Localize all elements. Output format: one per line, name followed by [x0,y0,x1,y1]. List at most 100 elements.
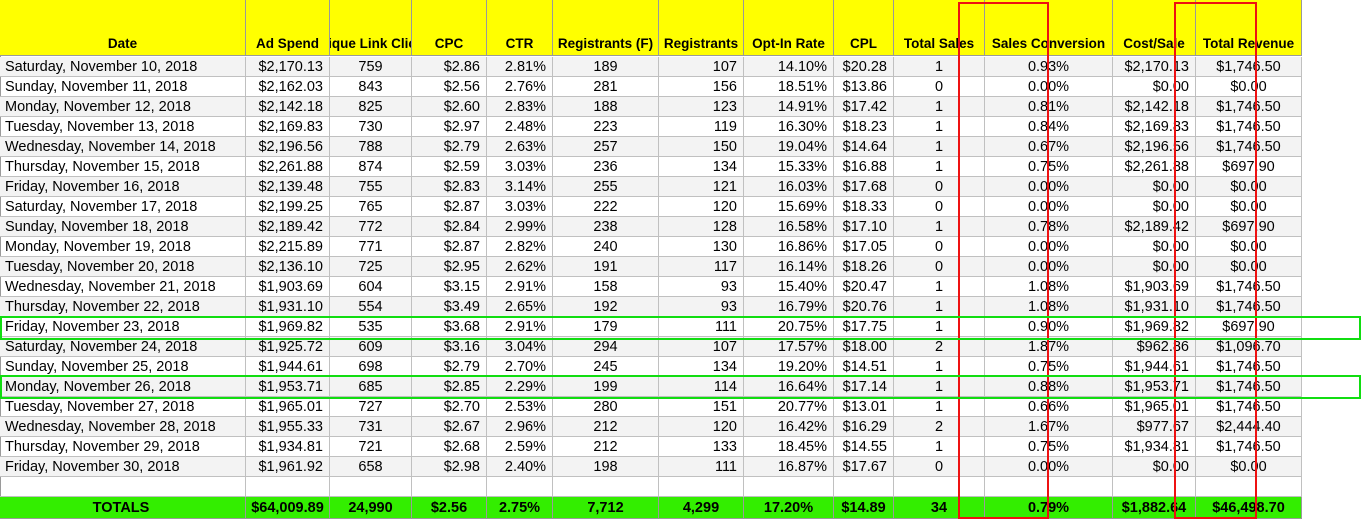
cell-total-sales[interactable]: 1 [894,157,985,177]
cell-sales-conversion[interactable]: 0.75% [985,157,1113,177]
empty-cell[interactable] [553,477,659,497]
cell-total-revenue[interactable]: $0.00 [1196,177,1302,197]
cell-cpc[interactable]: $2.95 [412,257,487,277]
cell-ctr[interactable]: 2.59% [487,437,553,457]
cell-total-sales[interactable]: 2 [894,337,985,357]
cell-ad-spend[interactable]: $1,925.72 [246,337,330,357]
cell-unique-link-clicks[interactable]: 698 [330,357,412,377]
cell-sales-conversion[interactable]: 1.08% [985,277,1113,297]
column-header-unique-link-clicks[interactable]: Unique Link Clicks [330,0,412,56]
cell-ad-spend[interactable]: $2,139.48 [246,177,330,197]
totals-cell-unique-link-clicks[interactable]: 24,990 [330,497,412,519]
cell-registrants[interactable]: 111 [659,457,744,477]
cell-cpl[interactable]: $18.23 [834,117,894,137]
cell-sales-conversion[interactable]: 0.88% [985,377,1113,397]
cell-cost-sale[interactable]: $0.00 [1113,177,1196,197]
cell-total-sales[interactable]: 1 [894,57,985,77]
cell-total-sales[interactable]: 1 [894,317,985,337]
cell-ctr[interactable]: 2.76% [487,77,553,97]
cell-ad-spend[interactable]: $2,170.13 [246,57,330,77]
column-header-ad-spend[interactable]: Ad Spend [246,0,330,56]
cell-date[interactable]: Sunday, November 18, 2018 [0,217,246,237]
cell-cpl[interactable]: $14.64 [834,137,894,157]
cell-ad-spend[interactable]: $1,961.92 [246,457,330,477]
cell-date[interactable]: Friday, November 30, 2018 [0,457,246,477]
cell-registrants-f[interactable]: 189 [553,57,659,77]
cell-unique-link-clicks[interactable]: 843 [330,77,412,97]
cell-sales-conversion[interactable]: 0.00% [985,257,1113,277]
totals-cell-total-sales[interactable]: 34 [894,497,985,519]
cell-registrants-f[interactable]: 240 [553,237,659,257]
cell-ad-spend[interactable]: $1,969.82 [246,317,330,337]
cell-total-revenue[interactable]: $1,746.50 [1196,277,1302,297]
cell-date[interactable]: Saturday, November 24, 2018 [0,337,246,357]
cell-total-revenue[interactable]: $1,746.50 [1196,137,1302,157]
cell-cost-sale[interactable]: $0.00 [1113,257,1196,277]
cell-unique-link-clicks[interactable]: 825 [330,97,412,117]
cell-cpc[interactable]: $2.67 [412,417,487,437]
cell-registrants-f[interactable]: 199 [553,377,659,397]
cell-total-revenue[interactable]: $0.00 [1196,77,1302,97]
cell-cpc[interactable]: $2.97 [412,117,487,137]
empty-cell[interactable] [246,477,330,497]
cell-cpc[interactable]: $3.49 [412,297,487,317]
cell-cost-sale[interactable]: $1,969.82 [1113,317,1196,337]
cell-cpl[interactable]: $16.29 [834,417,894,437]
cell-unique-link-clicks[interactable]: 874 [330,157,412,177]
cell-registrants-f[interactable]: 238 [553,217,659,237]
cell-total-sales[interactable]: 1 [894,117,985,137]
cell-cost-sale[interactable]: $1,965.01 [1113,397,1196,417]
cell-total-sales[interactable]: 0 [894,237,985,257]
cell-opt-in-rate[interactable]: 16.64% [744,377,834,397]
cell-ctr[interactable]: 2.70% [487,357,553,377]
cell-ctr[interactable]: 3.03% [487,197,553,217]
cell-registrants-f[interactable]: 191 [553,257,659,277]
column-header-cpl[interactable]: CPL [834,0,894,56]
cell-opt-in-rate[interactable]: 16.03% [744,177,834,197]
cell-opt-in-rate[interactable]: 18.45% [744,437,834,457]
cell-sales-conversion[interactable]: 0.00% [985,197,1113,217]
cell-ctr[interactable]: 2.91% [487,317,553,337]
cell-registrants-f[interactable]: 281 [553,77,659,97]
cell-cpc[interactable]: $2.87 [412,237,487,257]
cell-ctr[interactable]: 2.40% [487,457,553,477]
cell-cpc[interactable]: $2.83 [412,177,487,197]
cell-opt-in-rate[interactable]: 15.69% [744,197,834,217]
cell-opt-in-rate[interactable]: 15.40% [744,277,834,297]
cell-date[interactable]: Monday, November 12, 2018 [0,97,246,117]
cell-cost-sale[interactable]: $977.67 [1113,417,1196,437]
cell-total-revenue[interactable]: $1,096.70 [1196,337,1302,357]
cell-cpc[interactable]: $2.59 [412,157,487,177]
cell-date[interactable]: Thursday, November 29, 2018 [0,437,246,457]
cell-cost-sale[interactable]: $0.00 [1113,457,1196,477]
cell-opt-in-rate[interactable]: 16.14% [744,257,834,277]
cell-ad-spend[interactable]: $2,169.83 [246,117,330,137]
cell-cpc[interactable]: $2.56 [412,77,487,97]
cell-unique-link-clicks[interactable]: 759 [330,57,412,77]
cell-total-sales[interactable]: 1 [894,97,985,117]
cell-date[interactable]: Friday, November 23, 2018 [0,317,246,337]
cell-opt-in-rate[interactable]: 16.87% [744,457,834,477]
cell-registrants-f[interactable]: 222 [553,197,659,217]
cell-ctr[interactable]: 2.83% [487,97,553,117]
cell-cpc[interactable]: $3.15 [412,277,487,297]
cell-unique-link-clicks[interactable]: 755 [330,177,412,197]
cell-unique-link-clicks[interactable]: 771 [330,237,412,257]
cell-registrants-f[interactable]: 294 [553,337,659,357]
cell-cpl[interactable]: $20.76 [834,297,894,317]
totals-cell-ad-spend[interactable]: $64,009.89 [246,497,330,519]
cell-registrants[interactable]: 93 [659,277,744,297]
cell-registrants[interactable]: 130 [659,237,744,257]
cell-total-revenue[interactable]: $697.90 [1196,217,1302,237]
cell-unique-link-clicks[interactable]: 554 [330,297,412,317]
cell-total-sales[interactable]: 1 [894,437,985,457]
cell-registrants-f[interactable]: 179 [553,317,659,337]
cell-cost-sale[interactable]: $2,196.56 [1113,137,1196,157]
cell-unique-link-clicks[interactable]: 604 [330,277,412,297]
cell-unique-link-clicks[interactable]: 765 [330,197,412,217]
cell-ctr[interactable]: 2.29% [487,377,553,397]
cell-opt-in-rate[interactable]: 19.20% [744,357,834,377]
column-header-cpc[interactable]: CPC [412,0,487,56]
empty-cell[interactable] [659,477,744,497]
cell-registrants[interactable]: 134 [659,357,744,377]
